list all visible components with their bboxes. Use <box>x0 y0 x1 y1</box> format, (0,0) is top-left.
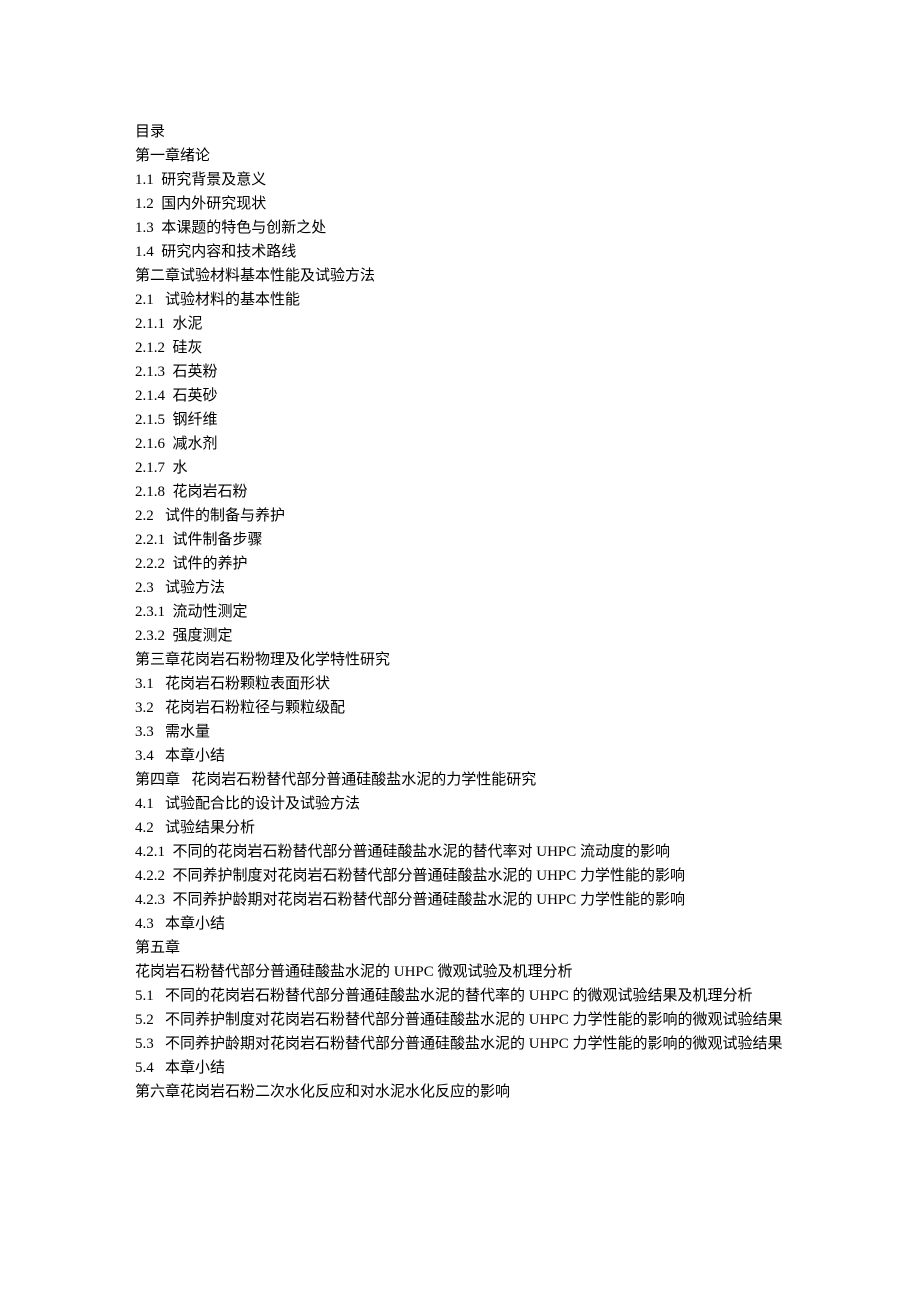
toc-line: 3.4 本章小结 <box>135 744 785 768</box>
toc-line: 2.2.1 试件制备步骤 <box>135 528 785 552</box>
toc-line: 第二章试验材料基本性能及试验方法 <box>135 264 785 288</box>
toc-line: 4.2.2 不同养护制度对花岗岩石粉替代部分普通硅酸盐水泥的 UHPC 力学性能… <box>135 864 785 888</box>
toc-line: 第六章花岗岩石粉二次水化反应和对水泥水化反应的影响 <box>135 1080 785 1104</box>
toc-line: 花岗岩石粉替代部分普通硅酸盐水泥的 UHPC 微观试验及机理分析 <box>135 960 785 984</box>
toc-line: 第一章绪论 <box>135 144 785 168</box>
toc-line: 2.1.5 钢纤维 <box>135 408 785 432</box>
toc-line: 2.3.1 流动性测定 <box>135 600 785 624</box>
toc-line: 2.1.4 石英砂 <box>135 384 785 408</box>
toc-line: 2.1.6 减水剂 <box>135 432 785 456</box>
toc-line: 2.3.2 强度测定 <box>135 624 785 648</box>
toc-line: 第三章花岗岩石粉物理及化学特性研究 <box>135 648 785 672</box>
toc-line: 2.2.2 试件的养护 <box>135 552 785 576</box>
toc-line: 第四章 花岗岩石粉替代部分普通硅酸盐水泥的力学性能研究 <box>135 768 785 792</box>
toc-title: 目录 <box>135 120 785 144</box>
toc-line: 5.3 不同养护龄期对花岗岩石粉替代部分普通硅酸盐水泥的 UHPC 力学性能的影… <box>135 1032 785 1056</box>
toc-line: 3.3 需水量 <box>135 720 785 744</box>
toc-body: 第一章绪论1.1 研究背景及意义1.2 国内外研究现状1.3 本课题的特色与创新… <box>135 144 785 1104</box>
toc-line: 1.4 研究内容和技术路线 <box>135 240 785 264</box>
toc-line: 2.1.7 水 <box>135 456 785 480</box>
toc-line: 2.1 试验材料的基本性能 <box>135 288 785 312</box>
toc-line: 4.2.3 不同养护龄期对花岗岩石粉替代部分普通硅酸盐水泥的 UHPC 力学性能… <box>135 888 785 912</box>
document-page: 目录 第一章绪论1.1 研究背景及意义1.2 国内外研究现状1.3 本课题的特色… <box>135 120 785 1104</box>
toc-line: 4.2 试验结果分析 <box>135 816 785 840</box>
toc-line: 1.1 研究背景及意义 <box>135 168 785 192</box>
toc-line: 5.1 不同的花岗岩石粉替代部分普通硅酸盐水泥的替代率的 UHPC 的微观试验结… <box>135 984 785 1008</box>
toc-line: 4.3 本章小结 <box>135 912 785 936</box>
toc-line: 3.2 花岗岩石粉粒径与颗粒级配 <box>135 696 785 720</box>
toc-line: 1.2 国内外研究现状 <box>135 192 785 216</box>
toc-line: 2.2 试件的制备与养护 <box>135 504 785 528</box>
toc-line: 2.1.3 石英粉 <box>135 360 785 384</box>
toc-line: 第五章 <box>135 936 785 960</box>
toc-line: 2.3 试验方法 <box>135 576 785 600</box>
toc-line: 2.1.1 水泥 <box>135 312 785 336</box>
toc-line: 4.2.1 不同的花岗岩石粉替代部分普通硅酸盐水泥的替代率对 UHPC 流动度的… <box>135 840 785 864</box>
toc-line: 3.1 花岗岩石粉颗粒表面形状 <box>135 672 785 696</box>
toc-line: 4.1 试验配合比的设计及试验方法 <box>135 792 785 816</box>
toc-line: 5.4 本章小结 <box>135 1056 785 1080</box>
toc-line: 5.2 不同养护制度对花岗岩石粉替代部分普通硅酸盐水泥的 UHPC 力学性能的影… <box>135 1008 785 1032</box>
toc-line: 2.1.8 花岗岩石粉 <box>135 480 785 504</box>
toc-line: 2.1.2 硅灰 <box>135 336 785 360</box>
toc-line: 1.3 本课题的特色与创新之处 <box>135 216 785 240</box>
